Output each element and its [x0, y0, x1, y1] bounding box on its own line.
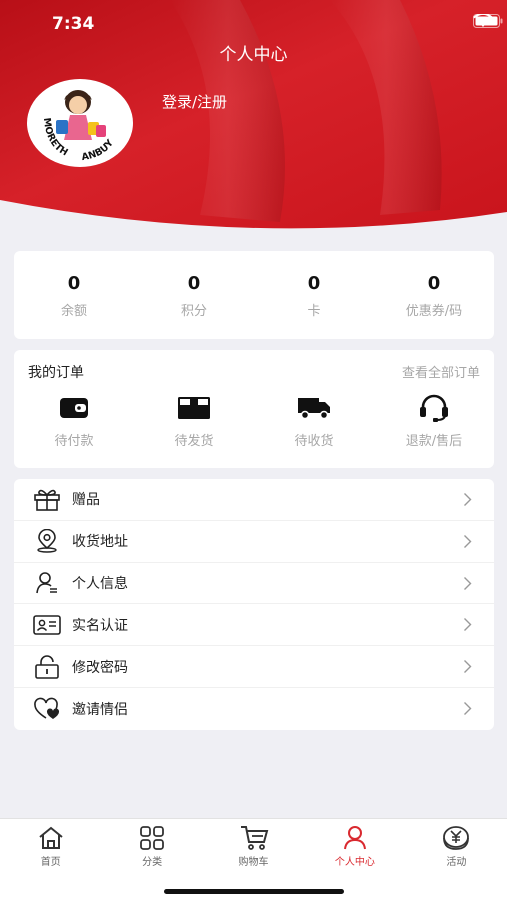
- box-icon: [178, 397, 210, 419]
- menu-label: 邀请情侣: [72, 701, 128, 718]
- order-label: 待发货: [174, 434, 214, 449]
- home-indicator: [164, 889, 344, 894]
- menu-item-address[interactable]: 收货地址: [14, 521, 494, 563]
- chevron-right-icon: [464, 534, 472, 548]
- gift-icon: [34, 490, 60, 512]
- lock-icon: [35, 654, 59, 679]
- avatar[interactable]: MORETH ANBUY: [26, 78, 134, 168]
- tab-label: 分类: [142, 857, 163, 868]
- tab-category[interactable]: 分类: [101, 825, 202, 868]
- tab-bar: 首页 分类 购物车 个人中心 活动: [0, 818, 507, 900]
- truck-icon: [298, 398, 330, 420]
- menu-label: 实名认证: [72, 617, 128, 634]
- tab-label: 首页: [40, 857, 61, 868]
- home-icon: [39, 826, 63, 849]
- id-card-icon: [33, 614, 61, 635]
- headset-icon: [420, 394, 448, 422]
- order-label: 退款/售后: [405, 434, 463, 449]
- order-label: 待付款: [54, 434, 94, 449]
- account-stats: 0 余额 0 积分 0 卡 0 优惠券/码: [14, 251, 494, 339]
- menu-label: 修改密码: [72, 659, 128, 676]
- tab-activity[interactable]: 活动: [406, 825, 507, 868]
- tab-label: 购物车: [238, 857, 269, 868]
- stat-label: 积分: [180, 304, 207, 319]
- chevron-right-icon: [464, 576, 472, 590]
- status-time: 7:34: [52, 14, 95, 34]
- heart-icon: [34, 697, 60, 719]
- order-pending-receipt[interactable]: 待收货: [254, 394, 374, 449]
- chevron-right-icon: [464, 493, 472, 506]
- menu-item-real-name-verification[interactable]: 实名认证: [14, 604, 494, 647]
- chevron-right-icon: [464, 618, 472, 632]
- stat-value: 0: [427, 273, 441, 294]
- cart-icon: [240, 826, 268, 850]
- order-pending-payment[interactable]: 待付款: [14, 394, 134, 449]
- stat-points[interactable]: 0 积分: [134, 251, 254, 339]
- stat-value: 0: [187, 273, 201, 294]
- page-title: 个人中心: [219, 45, 288, 65]
- tab-profile[interactable]: 个人中心: [304, 825, 405, 868]
- tab-label: 个人中心: [334, 857, 375, 868]
- menu-label: 收货地址: [72, 534, 128, 551]
- grid-icon: [140, 826, 165, 850]
- orders-title: 我的订单: [28, 365, 84, 381]
- order-pending-shipment[interactable]: 待发货: [134, 394, 254, 449]
- profile-header: 7:34 个人中心 MORETH ANBUY 登录/注册: [0, 0, 507, 240]
- tab-cart[interactable]: 购物车: [203, 825, 304, 868]
- menu-label: 赠品: [72, 492, 100, 509]
- location-icon: [37, 529, 57, 553]
- stat-coupons[interactable]: 0 优惠券/码: [374, 251, 494, 339]
- stat-balance[interactable]: 0 余额: [14, 251, 134, 339]
- wallet-icon: [60, 398, 88, 418]
- login-register-link[interactable]: 登录/注册: [162, 91, 227, 112]
- user-icon: [36, 572, 57, 594]
- my-orders-card: 我的订单 查看全部订单 待付款 待发货 待收货 退款/售后: [14, 350, 494, 468]
- menu-label: 个人信息: [72, 575, 128, 592]
- stat-label: 优惠券/码: [405, 304, 463, 319]
- settings-menu: 赠品 收货地址 个人信息 实名认证 修改密码 邀请情侣: [14, 479, 494, 730]
- tab-label: 活动: [446, 857, 467, 868]
- tab-home[interactable]: 首页: [0, 825, 101, 868]
- stat-value: 0: [67, 273, 81, 294]
- order-label: 待收货: [294, 434, 334, 449]
- order-refund-aftersale[interactable]: 退款/售后: [374, 394, 494, 449]
- menu-item-gifts[interactable]: 赠品: [14, 479, 494, 521]
- stat-label: 余额: [60, 304, 87, 319]
- coins-icon: [443, 826, 470, 850]
- battery-icon: [473, 14, 503, 28]
- menu-item-personal-info[interactable]: 个人信息: [14, 563, 494, 605]
- stat-label: 卡: [307, 304, 321, 319]
- view-all-orders-link[interactable]: 查看全部订单: [402, 362, 480, 381]
- stat-cards[interactable]: 0 卡: [254, 251, 374, 339]
- menu-item-change-password[interactable]: 修改密码: [14, 646, 494, 688]
- chevron-right-icon: [464, 660, 472, 674]
- menu-item-invite-partner[interactable]: 邀请情侣: [14, 688, 494, 730]
- profile-icon: [343, 826, 366, 850]
- stat-value: 0: [307, 273, 321, 294]
- chevron-right-icon: [464, 701, 472, 715]
